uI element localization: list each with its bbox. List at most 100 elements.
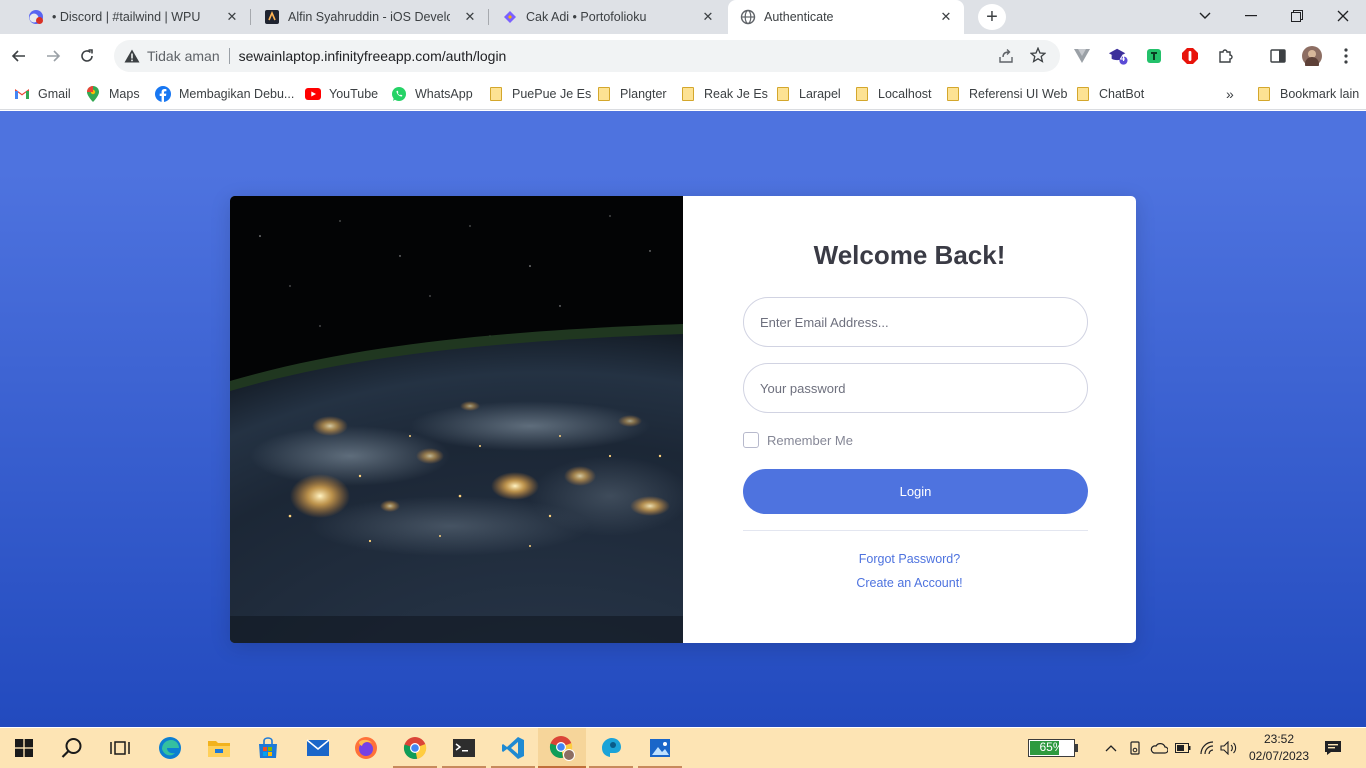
close-tab-icon[interactable]: ✕ xyxy=(224,9,240,25)
show-hidden-icons-icon[interactable] xyxy=(1102,739,1120,757)
close-tab-icon[interactable]: ✕ xyxy=(700,9,716,25)
create-account-link[interactable]: Create an Account! xyxy=(683,576,1136,590)
bookmark-facebook[interactable]: Membagikan Debu... xyxy=(155,84,294,104)
side-panel-icon[interactable] xyxy=(1268,46,1288,66)
folder-icon xyxy=(1256,86,1272,102)
email-input[interactable] xyxy=(743,297,1088,347)
photos-icon[interactable] xyxy=(636,728,684,768)
tab-title: Authenticate xyxy=(764,10,834,24)
forgot-password-link[interactable]: Forgot Password? xyxy=(683,552,1136,566)
remember-me-label[interactable]: Remember Me xyxy=(767,433,853,448)
security-status[interactable]: Tidak aman xyxy=(147,48,220,64)
bookmark-folder-plangter[interactable]: Plangter xyxy=(596,84,667,104)
bookmark-folder-localhost[interactable]: Localhost xyxy=(854,84,932,104)
battery-percent: 65% xyxy=(1039,740,1064,754)
bookmark-whatsapp[interactable]: WhatsApp xyxy=(391,84,473,104)
chrome-menu-icon[interactable] xyxy=(1336,46,1356,66)
wifi-icon[interactable] xyxy=(1198,739,1216,757)
tab-discord[interactable]: • Discord | #tailwind | WPU ✕ xyxy=(16,0,251,34)
bookmark-label: WhatsApp xyxy=(415,87,473,101)
new-tab-button[interactable]: + xyxy=(978,4,1006,30)
clock-time: 23:52 xyxy=(1263,732,1295,746)
device-icon[interactable] xyxy=(1126,739,1144,757)
mail-icon[interactable] xyxy=(294,728,342,768)
minimize-icon[interactable] xyxy=(1236,4,1266,28)
folder-icon xyxy=(775,86,791,102)
address-bar[interactable]: Tidak aman sewainlaptop.infinityfreeapp.… xyxy=(114,40,1060,72)
battery-indicator[interactable]: 65% xyxy=(1028,739,1078,757)
extensions-puzzle-icon[interactable] xyxy=(1216,46,1236,66)
login-button[interactable]: Login xyxy=(743,469,1088,514)
bookmark-label: PuePue Je Es xyxy=(512,87,592,101)
restore-icon[interactable] xyxy=(1282,4,1312,28)
bookmark-maps[interactable]: Maps xyxy=(85,84,140,104)
bookmark-folder-referensi[interactable]: Referensi UI Web xyxy=(945,84,1067,104)
bookmark-folder-reak[interactable]: Reak Je Es xyxy=(680,84,768,104)
folder-icon xyxy=(945,86,961,102)
windows-start-icon[interactable] xyxy=(0,728,48,768)
forward-icon[interactable] xyxy=(41,44,65,68)
tab-title: • Discord | #tailwind | WPU xyxy=(52,10,201,24)
whatsapp-icon xyxy=(391,86,407,102)
bookmark-label: YouTube xyxy=(329,87,379,101)
bookmark-label: Referensi UI Web xyxy=(969,87,1068,101)
system-clock[interactable]: 23:52 02/07/2023 xyxy=(1244,731,1314,765)
maps-icon xyxy=(85,86,101,102)
login-card: Welcome Back! Remember Me Login Forgot P… xyxy=(230,196,1136,643)
task-view-icon[interactable] xyxy=(96,728,144,768)
close-tab-icon[interactable]: ✕ xyxy=(938,9,954,25)
search-icon[interactable] xyxy=(48,728,96,768)
chrome-icon[interactable] xyxy=(391,728,439,768)
back-icon[interactable] xyxy=(7,44,31,68)
url-text[interactable]: sewainlaptop.infinityfreeapp.com/auth/lo… xyxy=(239,48,507,64)
tab-alfin[interactable]: Alfin Syahruddin - iOS Develope ✕ xyxy=(252,0,489,34)
remember-me-checkbox[interactable] xyxy=(743,432,759,448)
edge-devtools-icon[interactable] xyxy=(587,728,635,768)
bookmark-star-icon[interactable] xyxy=(1029,46,1047,66)
alfin-site-icon xyxy=(264,9,280,25)
close-tab-icon[interactable]: ✕ xyxy=(462,9,478,25)
bookmarks-overflow-button[interactable]: » xyxy=(1226,84,1234,104)
graduation-extension-icon[interactable]: 4 xyxy=(1108,46,1128,66)
bookmark-label: Plangter xyxy=(620,87,667,101)
tab-extension-icon[interactable] xyxy=(1144,46,1164,66)
edge-icon[interactable] xyxy=(146,728,194,768)
battery-tray-icon[interactable] xyxy=(1174,739,1192,757)
tab-authenticate[interactable]: Authenticate ✕ xyxy=(728,0,964,34)
bookmark-gmail[interactable]: Gmail xyxy=(14,84,71,104)
remember-me-row[interactable]: Remember Me xyxy=(743,432,853,448)
close-window-icon[interactable] xyxy=(1328,4,1358,28)
bookmark-label: Maps xyxy=(109,87,140,101)
microsoft-store-icon[interactable] xyxy=(244,728,292,768)
onedrive-icon[interactable] xyxy=(1150,739,1168,757)
bookmark-youtube[interactable]: YouTube xyxy=(305,84,378,104)
vuetify-extension-icon[interactable] xyxy=(1072,46,1092,66)
chrome-profile-icon[interactable] xyxy=(538,728,586,768)
file-explorer-icon[interactable] xyxy=(195,728,243,768)
profile-avatar[interactable] xyxy=(1302,46,1322,66)
adblock-extension-icon[interactable] xyxy=(1180,46,1200,66)
bookmark-folder-larapel[interactable]: Larapel xyxy=(775,84,841,104)
bookmarks-bar: Gmail Maps Membagikan Debu... YouTube Wh… xyxy=(0,78,1366,110)
firefox-icon[interactable] xyxy=(342,728,390,768)
bookmark-other-folder[interactable]: Bookmark lain xyxy=(1256,84,1359,104)
bookmark-folder-puepue[interactable]: PuePue Je Es xyxy=(488,84,591,104)
terminal-icon[interactable] xyxy=(440,728,488,768)
tab-cak-adi[interactable]: Cak Adi • Portofolioku ✕ xyxy=(490,0,726,34)
tab-search-icon[interactable] xyxy=(1190,4,1220,28)
reload-icon[interactable] xyxy=(75,44,99,68)
folder-icon xyxy=(854,86,870,102)
welcome-heading: Welcome Back! xyxy=(813,240,1006,270)
bookmark-folder-chatbot[interactable]: ChatBot xyxy=(1075,84,1144,104)
folder-icon xyxy=(488,86,504,102)
volume-icon[interactable] xyxy=(1220,739,1238,757)
password-input[interactable] xyxy=(743,363,1088,413)
discord-icon xyxy=(28,9,44,25)
notifications-icon[interactable] xyxy=(1324,739,1342,757)
share-icon[interactable] xyxy=(998,48,1014,67)
tab-title: Cak Adi • Portofolioku xyxy=(526,10,647,24)
clock-date: 02/07/2023 xyxy=(1248,749,1310,763)
warning-icon[interactable] xyxy=(124,48,140,64)
vscode-icon[interactable] xyxy=(489,728,537,768)
tab-strip: • Discord | #tailwind | WPU ✕ Alfin Syah… xyxy=(0,0,1366,34)
